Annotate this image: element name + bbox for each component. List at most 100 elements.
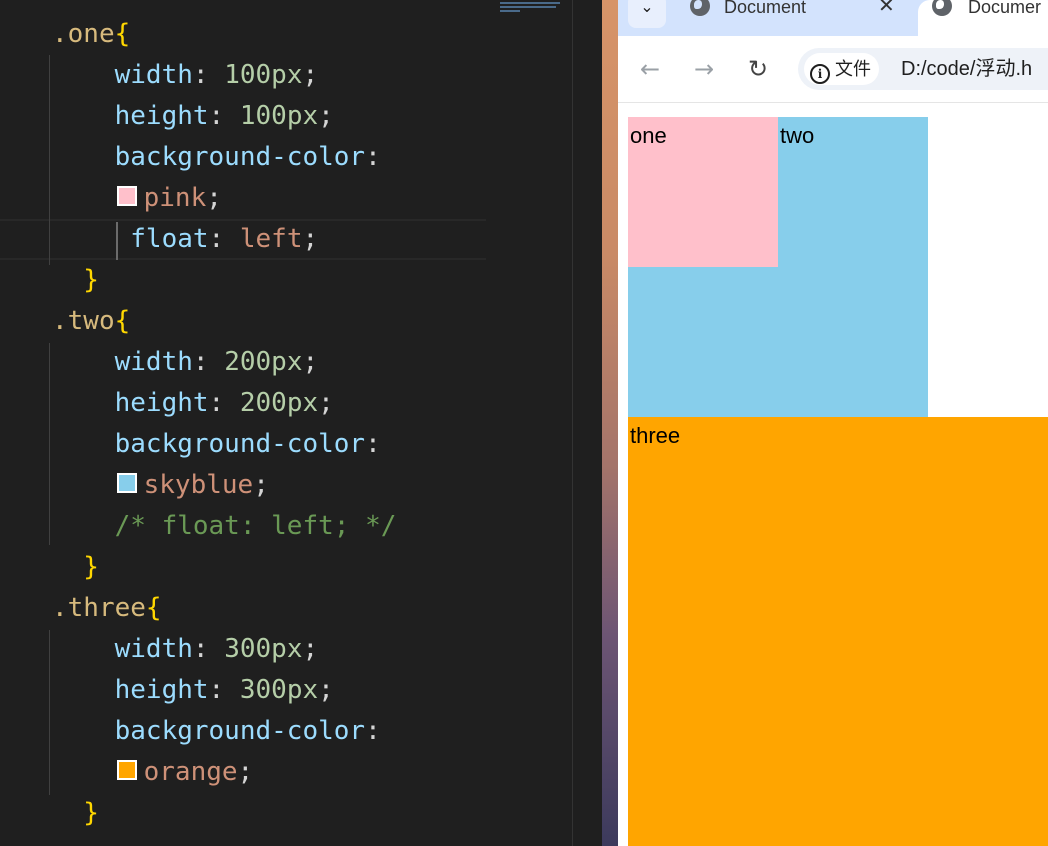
code-token: ; [318, 101, 334, 131]
globe-icon [932, 0, 952, 16]
box-three-label: three [630, 423, 681, 448]
url-text[interactable]: D:/code/浮动.h [901, 48, 1032, 90]
address-bar[interactable]: i 文件 D:/code/浮动.h [798, 48, 1048, 90]
code-token: : [208, 675, 240, 705]
site-chip-label: 文件 [835, 59, 871, 79]
code-token: ; [302, 60, 319, 90]
code-token: width [52, 634, 193, 664]
code-token: ; [318, 388, 334, 418]
code-line[interactable]: /* float: left; */ [0, 506, 573, 547]
code-token: width [52, 60, 193, 90]
color-swatch-icon[interactable] [116, 759, 137, 780]
code-token: } [52, 798, 99, 828]
color-swatch-icon[interactable] [116, 472, 137, 493]
code-token: : [192, 634, 225, 664]
globe-icon [690, 0, 710, 16]
tab-strip: ⌄ Document ✕ Documer [618, 0, 1048, 36]
code-line[interactable]: height: 300px; [0, 670, 573, 711]
code-token: 100px [239, 101, 319, 131]
close-icon[interactable]: ✕ [878, 0, 895, 16]
text-cursor-line [116, 222, 118, 260]
code-token: 300px [239, 675, 319, 705]
code-token: ; [253, 470, 269, 500]
code-token: ; [237, 757, 254, 787]
code-token: skyblue [143, 470, 254, 500]
color-swatch-icon[interactable] [116, 185, 137, 206]
code-line[interactable]: orange; [0, 752, 573, 793]
site-info-chip[interactable]: i 文件 [804, 53, 879, 85]
chevron-down-icon: ⌄ [640, 0, 654, 16]
code-token: 200px [239, 388, 319, 418]
code-token: { [114, 306, 131, 336]
back-button[interactable]: ← [637, 56, 663, 82]
info-icon: i [810, 64, 830, 84]
code-line[interactable]: skyblue; [0, 465, 573, 506]
code-token: : [192, 347, 225, 377]
code-line[interactable]: width: 100px; [0, 55, 573, 96]
code-token: ; [302, 347, 319, 377]
code-token: /* float: left; */ [52, 511, 397, 541]
code-line[interactable]: width: 200px; [0, 342, 573, 383]
code-token: : [365, 716, 381, 746]
tab-list-button[interactable]: ⌄ [628, 0, 666, 28]
code-token: { [114, 19, 131, 49]
code-line[interactable]: background-color: [0, 137, 573, 178]
code-token: orange [143, 757, 238, 787]
code-token: height [52, 388, 209, 418]
indent-guide [49, 55, 50, 265]
code-token: } [52, 265, 99, 295]
code-line[interactable]: pink; [0, 178, 573, 219]
tab-title: Document [724, 0, 807, 17]
box-two-label: two [780, 123, 815, 148]
code-token: : [365, 429, 381, 459]
code-line[interactable]: } [0, 547, 573, 588]
code-token: background-color [52, 429, 366, 459]
browser-window: ⌄ Document ✕ Documer ← → ↻ i 文件 D:/code/浮… [618, 0, 1048, 846]
code-line[interactable]: float: left; [0, 219, 486, 260]
page-content: two one three [618, 103, 1048, 846]
code-token: : [192, 60, 225, 90]
reload-icon: ↻ [747, 55, 769, 83]
code-line[interactable]: height: 200px; [0, 383, 573, 424]
code-line[interactable]: .three{ [0, 588, 573, 629]
tab-title: Documer [968, 0, 1042, 17]
code-token: background-color [52, 716, 366, 746]
code-token: height [52, 101, 209, 131]
code-token: { [145, 593, 162, 623]
minimap[interactable] [500, 0, 564, 14]
code-token: .two [52, 306, 115, 336]
desktop-wallpaper [602, 0, 618, 846]
code-line[interactable]: .two{ [0, 301, 573, 342]
code-token: width [52, 347, 193, 377]
code-line[interactable]: .one{ [0, 14, 573, 55]
box-one: one [628, 117, 778, 267]
code-line[interactable]: background-color: [0, 424, 573, 465]
code-token: ; [206, 183, 222, 213]
code-editor[interactable]: .one{ width: 100px; height: 100px; backg… [0, 0, 573, 846]
tab-document-active[interactable]: Documer [918, 0, 1048, 36]
code-line[interactable]: } [0, 793, 573, 834]
code-line[interactable]: background-color: [0, 711, 573, 752]
code-token: background-color [52, 142, 366, 172]
editor-divider [572, 0, 573, 846]
indent-guide [49, 343, 50, 545]
code-token: ; [318, 675, 334, 705]
code-token: float [52, 224, 209, 254]
code-token: : [365, 142, 381, 172]
code-token: 200px [224, 347, 303, 377]
browser-toolbar: ← → ↻ i 文件 D:/code/浮动.h [618, 36, 1048, 102]
code-token: ; [302, 634, 319, 664]
arrow-right-icon: → [693, 55, 715, 83]
code-line[interactable]: width: 300px; [0, 629, 573, 670]
code-token: } [52, 552, 99, 582]
code-line[interactable]: height: 100px; [0, 96, 573, 137]
tab-document[interactable]: Document ✕ [676, 0, 916, 36]
forward-button[interactable]: → [691, 56, 717, 82]
reload-button[interactable]: ↻ [745, 56, 771, 82]
code-line[interactable]: } [0, 260, 573, 301]
code-token: height [52, 675, 209, 705]
code-token: .one [52, 19, 115, 49]
